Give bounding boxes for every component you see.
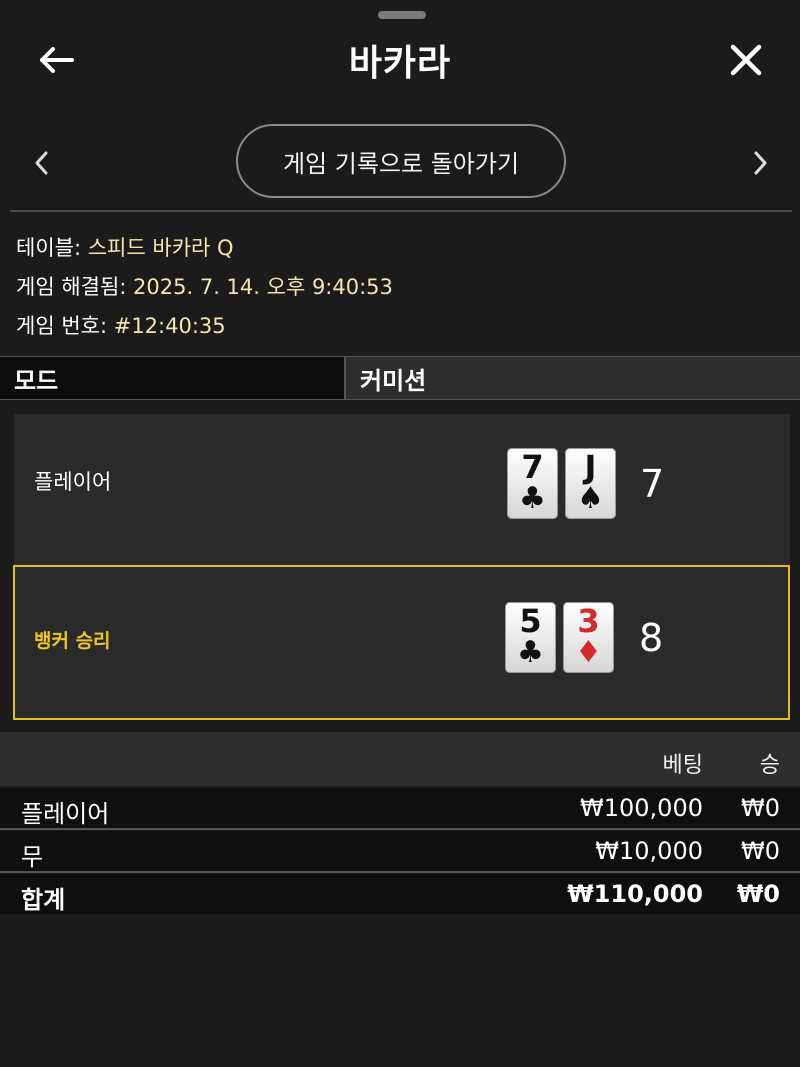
next-game-button[interactable] — [746, 146, 776, 180]
club-icon: ♣ — [519, 481, 546, 516]
bet-amount: ₩100,000 — [580, 794, 703, 822]
banker-card-1: 5 ♣ — [505, 602, 556, 673]
back-to-history-button[interactable]: 게임 기록으로 돌아가기 — [236, 124, 566, 198]
banker-score: 8 — [639, 616, 664, 660]
row-divider — [0, 828, 800, 830]
player-hand-label: 플레이어 — [34, 470, 112, 494]
tab-bar: 모드 커미션 — [0, 356, 800, 400]
resolved-info: 게임 해결됨: 2025. 7. 14. 오후 9:40:53 — [16, 271, 393, 301]
table-row: 플레이어 ₩100,000 ₩0 — [0, 788, 800, 828]
close-button[interactable] — [720, 36, 772, 84]
chevron-left-icon — [35, 151, 48, 175]
bet-amount: ₩10,000 — [595, 837, 703, 865]
previous-game-button[interactable] — [26, 146, 56, 180]
row-divider — [0, 871, 800, 873]
resolved-label: 게임 해결됨: — [16, 275, 127, 299]
banker-hand-highlight — [13, 565, 790, 720]
banker-card-2: 3 ♦ — [563, 602, 614, 673]
game-number-value: #12:40:35 — [113, 314, 226, 338]
drag-handle[interactable] — [378, 11, 426, 19]
spade-icon: ♠ — [577, 481, 604, 516]
tab-mode[interactable]: 모드 — [0, 357, 346, 399]
game-number-info: 게임 번호: #12:40:35 — [16, 310, 226, 340]
game-number-label: 게임 번호: — [16, 314, 108, 338]
resolved-value: 2025. 7. 14. 오후 9:40:53 — [133, 275, 393, 299]
club-icon: ♣ — [517, 635, 544, 670]
banker-hand-label: 뱅커 승리 — [34, 630, 111, 652]
total-row: 합계 ₩110,000 ₩0 — [0, 874, 800, 914]
bet-name: 무 — [21, 843, 44, 871]
header-divider — [10, 210, 792, 212]
tab-commission[interactable]: 커미션 — [346, 357, 800, 399]
win-amount: ₩0 — [741, 837, 780, 865]
table-value: 스피드 바카라 Q — [87, 236, 234, 260]
bet-name: 플레이어 — [21, 800, 110, 828]
win-amount: ₩0 — [741, 794, 780, 822]
total-bet: ₩110,000 — [567, 880, 703, 908]
table-info: 테이블: 스피드 바카라 Q — [16, 232, 234, 262]
win-column-header: 승 — [759, 753, 780, 778]
table-label: 테이블: — [16, 236, 82, 260]
page-title: 바카라 — [348, 43, 452, 84]
player-card-2: J ♠ — [565, 448, 616, 519]
total-win: ₩0 — [736, 880, 780, 908]
bet-column-header: 베팅 — [662, 753, 703, 778]
close-icon — [730, 44, 762, 76]
table-row: 무 ₩10,000 ₩0 — [0, 831, 800, 871]
chevron-right-icon — [754, 151, 767, 175]
diamond-icon: ♦ — [575, 635, 602, 670]
player-card-1: 7 ♣ — [507, 448, 558, 519]
player-score: 7 — [640, 462, 665, 506]
total-label: 합계 — [21, 886, 66, 914]
